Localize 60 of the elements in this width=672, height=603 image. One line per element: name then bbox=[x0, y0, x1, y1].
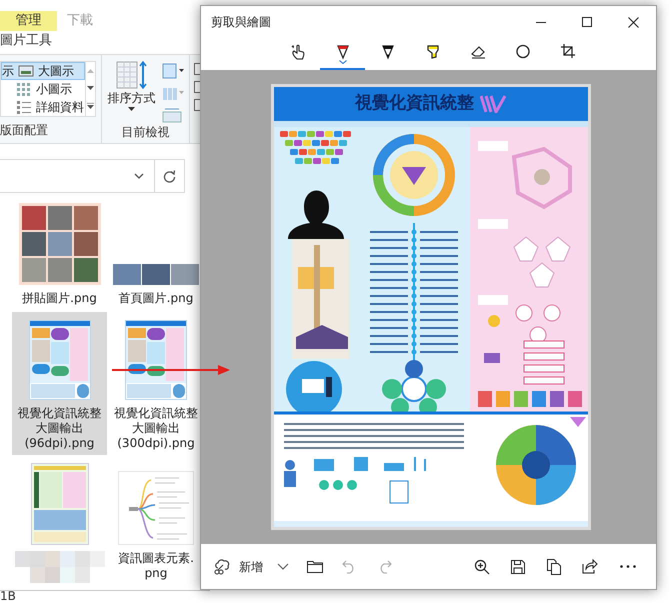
file-name: png bbox=[144, 566, 168, 581]
circle-icon bbox=[514, 42, 530, 60]
chevron-down-icon bbox=[277, 563, 289, 570]
folder-icon bbox=[307, 560, 323, 573]
dropdown-icon bbox=[128, 107, 135, 111]
picture-icon bbox=[18, 64, 34, 78]
list-icon bbox=[16, 100, 32, 114]
cloud-scissors-icon bbox=[213, 558, 231, 575]
sort-table-icon bbox=[116, 61, 148, 89]
copy-icon bbox=[547, 558, 561, 574]
chevron-down-icon[interactable] bbox=[134, 173, 144, 179]
refresh-icon bbox=[163, 170, 176, 182]
maximize-icon bbox=[582, 17, 592, 27]
logo-icon bbox=[480, 95, 506, 113]
group-label: 目前檢視 bbox=[122, 124, 170, 141]
context-label: 圖片工具 bbox=[0, 32, 52, 50]
fit-columns-icon[interactable] bbox=[162, 107, 184, 123]
file-name: 視覺化資訊統整 bbox=[114, 406, 198, 421]
zoom-in-icon bbox=[474, 558, 490, 574]
file-name: (96dpi).png bbox=[24, 436, 94, 451]
highlighter-icon bbox=[424, 42, 440, 60]
window-title: 剪取與繪圖 bbox=[211, 14, 271, 31]
refresh-button[interactable] bbox=[155, 159, 185, 193]
file-name: 拼貼圖片.png bbox=[22, 291, 97, 306]
save-icon bbox=[511, 560, 525, 574]
layout-option[interactable]: 大圖示 bbox=[38, 62, 74, 80]
new-button[interactable]: 新增 bbox=[209, 550, 267, 582]
crop-icon bbox=[560, 42, 576, 60]
redo-icon bbox=[378, 560, 392, 574]
close-icon bbox=[628, 16, 638, 28]
grid-icon bbox=[16, 82, 32, 96]
layout-option[interactable]: 小圖示 bbox=[36, 80, 72, 98]
scroll-down-icon[interactable] bbox=[87, 86, 94, 90]
file-name: 大圖輸出 bbox=[36, 421, 84, 436]
file-item[interactable]: 資訊圖表元素. png bbox=[112, 457, 200, 587]
infographic-title: 視覺化資訊統整 bbox=[355, 92, 474, 116]
file-name: 資訊圖表元素. bbox=[118, 551, 194, 566]
pencil-icon bbox=[380, 42, 396, 60]
sort-button[interactable]: 排序方式 bbox=[108, 89, 156, 107]
touch-writing-icon bbox=[290, 42, 306, 60]
file-name: 首頁圖片.png bbox=[118, 291, 194, 306]
file-item[interactable]: 視覺化資訊統整 大圖輸出 (96dpi).png bbox=[12, 312, 107, 455]
file-name: 視覺化資訊統整 bbox=[18, 406, 102, 421]
file-item[interactable]: 拼貼圖片.png bbox=[12, 197, 107, 310]
group-label: 版面配置 bbox=[0, 122, 49, 139]
column-icon[interactable] bbox=[162, 63, 184, 79]
chevron-down-icon bbox=[338, 60, 346, 64]
layout-partial: 示 bbox=[2, 63, 14, 80]
share-icon bbox=[582, 559, 598, 574]
file-name: 大圖輸出 bbox=[132, 421, 180, 436]
layout-option[interactable]: 詳細資料 bbox=[36, 98, 84, 116]
status-text: 1B bbox=[0, 588, 16, 603]
ribbon-tab[interactable]: 管理 bbox=[0, 11, 57, 30]
file-name: (300dpi).png bbox=[117, 436, 195, 451]
more-icon bbox=[620, 565, 636, 568]
pen-icon bbox=[334, 42, 350, 60]
expand-icon[interactable] bbox=[87, 103, 94, 110]
undo-icon bbox=[342, 560, 356, 574]
file-item[interactable]: 首頁圖片.png bbox=[112, 197, 200, 310]
file-item[interactable]: 視覺化資訊統整 大圖輸出 (300dpi).png bbox=[112, 312, 200, 455]
